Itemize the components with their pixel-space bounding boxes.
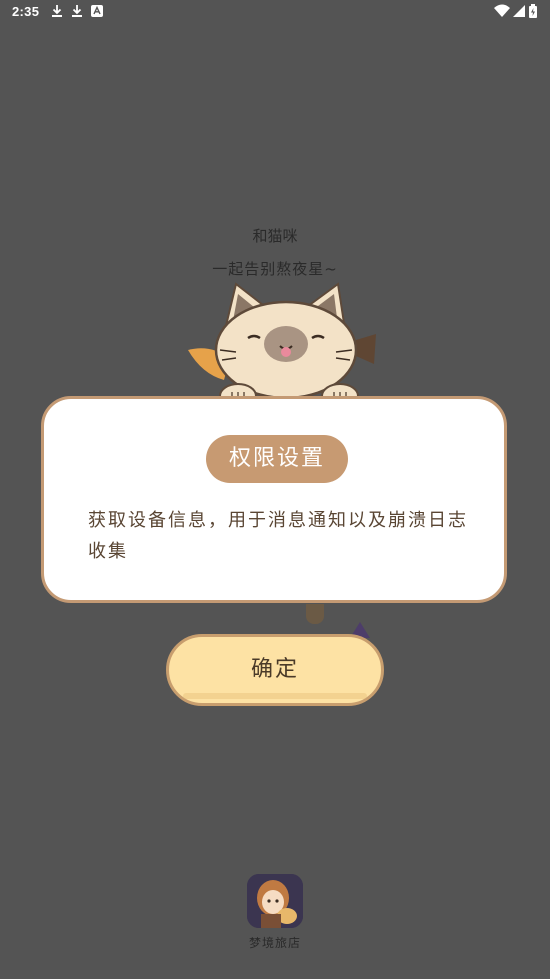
splash-title: 和猫咪	[252, 227, 298, 245]
permission-screen: 2:35 和猫咪 一起告别熬夜星~ 权限设置 获取设备信息，用于消息通知以及崩溃…	[0, 0, 550, 979]
dialog-message: 获取设备信息，用于消息通知以及崩溃日志收集	[88, 510, 468, 562]
app-icon	[247, 874, 303, 928]
status-bar: 2:35	[0, 0, 550, 24]
download-icon	[72, 5, 82, 17]
signal-icon	[513, 5, 525, 17]
bow-shape	[356, 334, 376, 364]
splash-subtitle: 一起告别熬夜星~	[212, 260, 338, 278]
app-name: 梦境旅店	[248, 936, 301, 950]
dialog-title: 权限设置	[206, 435, 348, 483]
app-notification-icon	[91, 5, 103, 17]
decor-peek-brown	[306, 604, 324, 624]
status-time: 2:35	[12, 4, 40, 19]
wifi-icon	[494, 4, 510, 17]
confirm-button[interactable]: 确定	[166, 634, 384, 706]
permission-dialog: 权限设置 获取设备信息，用于消息通知以及崩溃日志收集	[41, 396, 507, 603]
battery-icon	[529, 4, 537, 18]
download-icon	[52, 5, 62, 17]
